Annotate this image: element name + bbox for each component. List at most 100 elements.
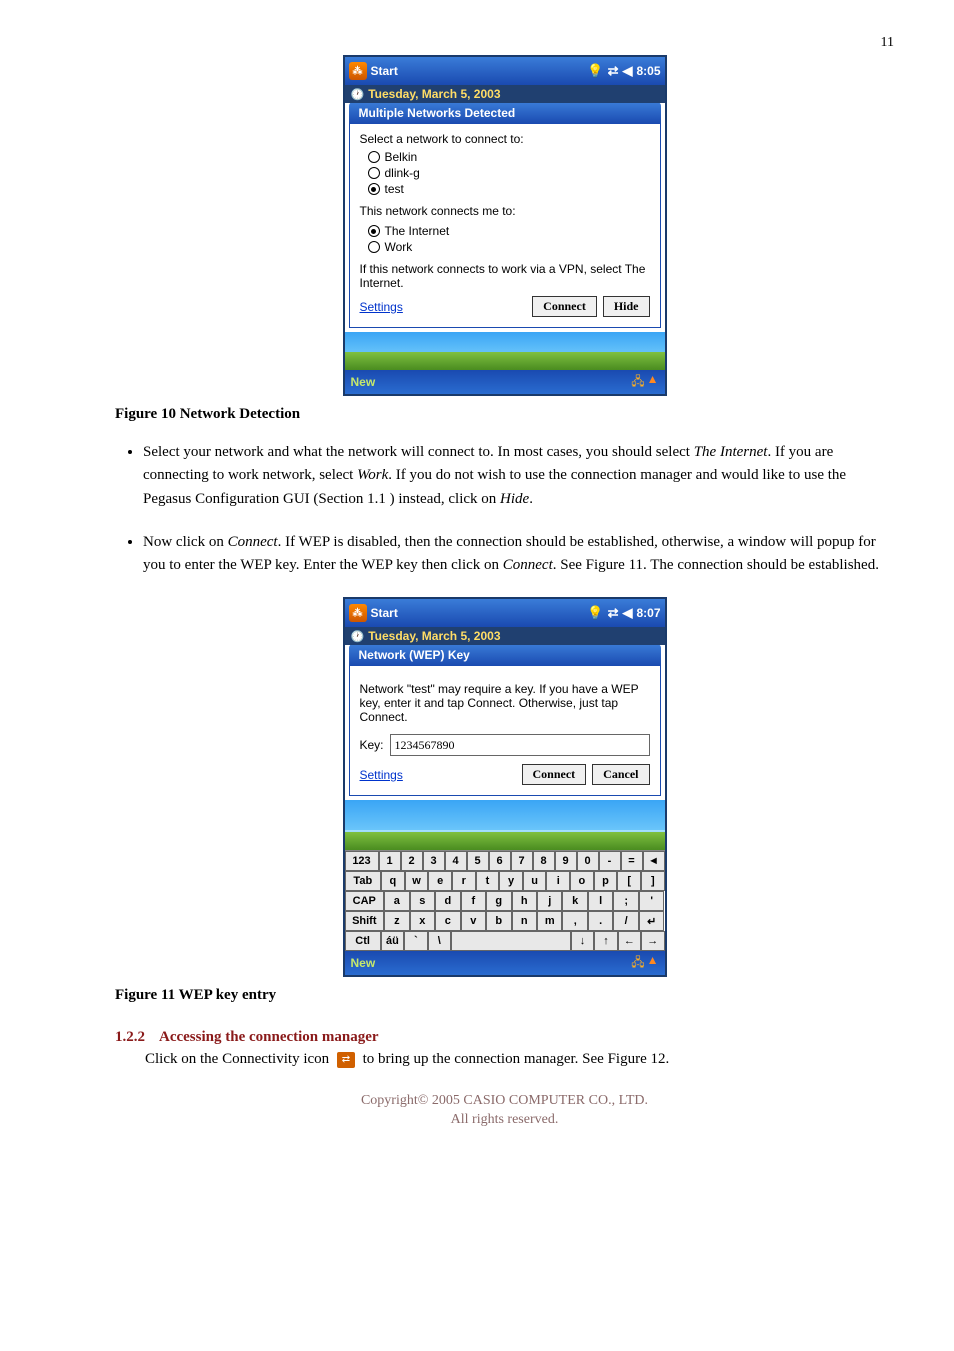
- keyboard-key[interactable]: 2: [401, 851, 423, 871]
- keyboard-key[interactable]: /: [613, 911, 638, 931]
- keyboard-key[interactable]: y: [499, 871, 523, 891]
- keyboard-key[interactable]: e: [428, 871, 452, 891]
- dest-option-internet[interactable]: The Internet: [368, 224, 650, 238]
- window-title[interactable]: Start: [371, 606, 588, 620]
- radio-icon: [368, 151, 380, 163]
- text: to bring up the connection manager. See …: [359, 1051, 669, 1067]
- wep-note: Network "test" may require a key. If you…: [360, 682, 650, 724]
- tray-icon[interactable]: ▲: [647, 372, 659, 393]
- keyboard-key[interactable]: h: [512, 891, 537, 911]
- connect-button[interactable]: Connect: [532, 296, 597, 317]
- dest-option-work[interactable]: Work: [368, 240, 650, 254]
- keyboard-key[interactable]: \: [428, 931, 451, 951]
- desktop-background: [345, 800, 665, 850]
- new-menu[interactable]: New: [351, 375, 376, 389]
- text: Select your network and what the network…: [143, 444, 694, 460]
- keyboard-key[interactable]: 3: [423, 851, 445, 871]
- keyboard-key[interactable]: ,: [562, 911, 587, 931]
- keyboard-key[interactable]: 0: [577, 851, 599, 871]
- keyboard-key[interactable]: →: [641, 931, 664, 951]
- keyboard-key[interactable]: -: [599, 851, 621, 871]
- keyboard-key[interactable]: `: [404, 931, 427, 951]
- keyboard-key[interactable]: 123: [345, 851, 379, 871]
- keyboard-key[interactable]: l: [588, 891, 613, 911]
- keyboard-key[interactable]: 4: [445, 851, 467, 871]
- keyboard-key[interactable]: Ctl: [345, 931, 381, 951]
- window-title[interactable]: Start: [371, 64, 588, 78]
- keyboard-key[interactable]: j: [537, 891, 562, 911]
- keyboard-key[interactable]: q: [381, 871, 405, 891]
- keyboard-key[interactable]: 1: [379, 851, 401, 871]
- keyboard-key[interactable]: ': [639, 891, 664, 911]
- keyboard-key[interactable]: [451, 931, 571, 951]
- clock[interactable]: 8:05: [636, 64, 660, 78]
- new-menu[interactable]: New: [351, 956, 376, 970]
- keyboard-key[interactable]: m: [537, 911, 562, 931]
- keyboard-key[interactable]: ↑: [594, 931, 617, 951]
- keyboard-key[interactable]: ↓: [571, 931, 594, 951]
- keyboard-key[interactable]: k: [562, 891, 587, 911]
- keyboard-key[interactable]: áü: [381, 931, 404, 951]
- keyboard-key[interactable]: f: [461, 891, 486, 911]
- tray-icon[interactable]: ▲: [647, 953, 659, 974]
- connectivity-icon[interactable]: ⇄: [608, 605, 619, 621]
- tray-icon[interactable]: 🖧: [631, 953, 644, 974]
- keyboard-key[interactable]: ←: [618, 931, 641, 951]
- keyboard-key[interactable]: w: [405, 871, 429, 891]
- page-number: 11: [881, 35, 894, 51]
- keyboard-key[interactable]: 6: [489, 851, 511, 871]
- settings-link[interactable]: Settings: [360, 768, 403, 782]
- keyboard-key[interactable]: r: [452, 871, 476, 891]
- keyboard-key[interactable]: p: [594, 871, 618, 891]
- keyboard-key[interactable]: b: [486, 911, 511, 931]
- keyboard-key[interactable]: Shift: [345, 911, 385, 931]
- network-option-belkin[interactable]: Belkin: [368, 150, 650, 164]
- keyboard-key[interactable]: ;: [613, 891, 638, 911]
- keyboard-key[interactable]: Tab: [345, 871, 382, 891]
- bulb-icon[interactable]: 💡: [587, 63, 603, 79]
- keyboard-key[interactable]: ◄: [643, 851, 665, 871]
- keyboard-key[interactable]: n: [512, 911, 537, 931]
- vpn-note: If this network connects to work via a V…: [360, 262, 650, 290]
- keyboard-key[interactable]: CAP: [345, 891, 385, 911]
- network-option-test[interactable]: test: [368, 182, 650, 196]
- network-option-dlinkg[interactable]: dlink-g: [368, 166, 650, 180]
- keyboard-key[interactable]: 5: [467, 851, 489, 871]
- keyboard-key[interactable]: o: [570, 871, 594, 891]
- keyboard-key[interactable]: x: [410, 911, 435, 931]
- bulb-icon[interactable]: 💡: [587, 605, 603, 621]
- keyboard-key[interactable]: c: [435, 911, 460, 931]
- keyboard-key[interactable]: ]: [641, 871, 665, 891]
- connectivity-icon[interactable]: ⇄: [608, 63, 619, 79]
- cancel-button[interactable]: Cancel: [592, 764, 649, 785]
- settings-link[interactable]: Settings: [360, 300, 403, 314]
- keyboard-key[interactable]: u: [523, 871, 547, 891]
- keyboard-key[interactable]: [: [617, 871, 641, 891]
- wep-key-input[interactable]: [390, 734, 650, 756]
- keyboard-key[interactable]: i: [546, 871, 570, 891]
- keyboard-key[interactable]: g: [486, 891, 511, 911]
- keyboard-key[interactable]: 9: [555, 851, 577, 871]
- connect-button[interactable]: Connect: [522, 764, 587, 785]
- keyboard-key[interactable]: =: [621, 851, 643, 871]
- hide-button[interactable]: Hide: [603, 296, 650, 317]
- figure-10-caption: Figure 10 Network Detection: [115, 406, 894, 423]
- start-flag-icon: ⁂: [349, 604, 367, 622]
- keyboard-key[interactable]: 8: [533, 851, 555, 871]
- sip-row-2: Tabqwertyuiop[]: [345, 871, 665, 891]
- soft-input-panel[interactable]: 1231234567890-=◄ Tabqwertyuiop[] CAPasdf…: [345, 850, 665, 951]
- keyboard-key[interactable]: a: [384, 891, 409, 911]
- clock[interactable]: 8:07: [636, 606, 660, 620]
- keyboard-key[interactable]: t: [476, 871, 500, 891]
- keyboard-key[interactable]: s: [410, 891, 435, 911]
- keyboard-key[interactable]: v: [461, 911, 486, 931]
- speaker-icon[interactable]: ◀: [622, 605, 632, 621]
- keyboard-key[interactable]: 7: [511, 851, 533, 871]
- keyboard-key[interactable]: z: [384, 911, 409, 931]
- text: Connect: [228, 534, 278, 550]
- keyboard-key[interactable]: ↵: [639, 911, 664, 931]
- speaker-icon[interactable]: ◀: [622, 63, 632, 79]
- keyboard-key[interactable]: d: [435, 891, 460, 911]
- keyboard-key[interactable]: .: [588, 911, 613, 931]
- tray-icon[interactable]: 🖧: [631, 372, 644, 393]
